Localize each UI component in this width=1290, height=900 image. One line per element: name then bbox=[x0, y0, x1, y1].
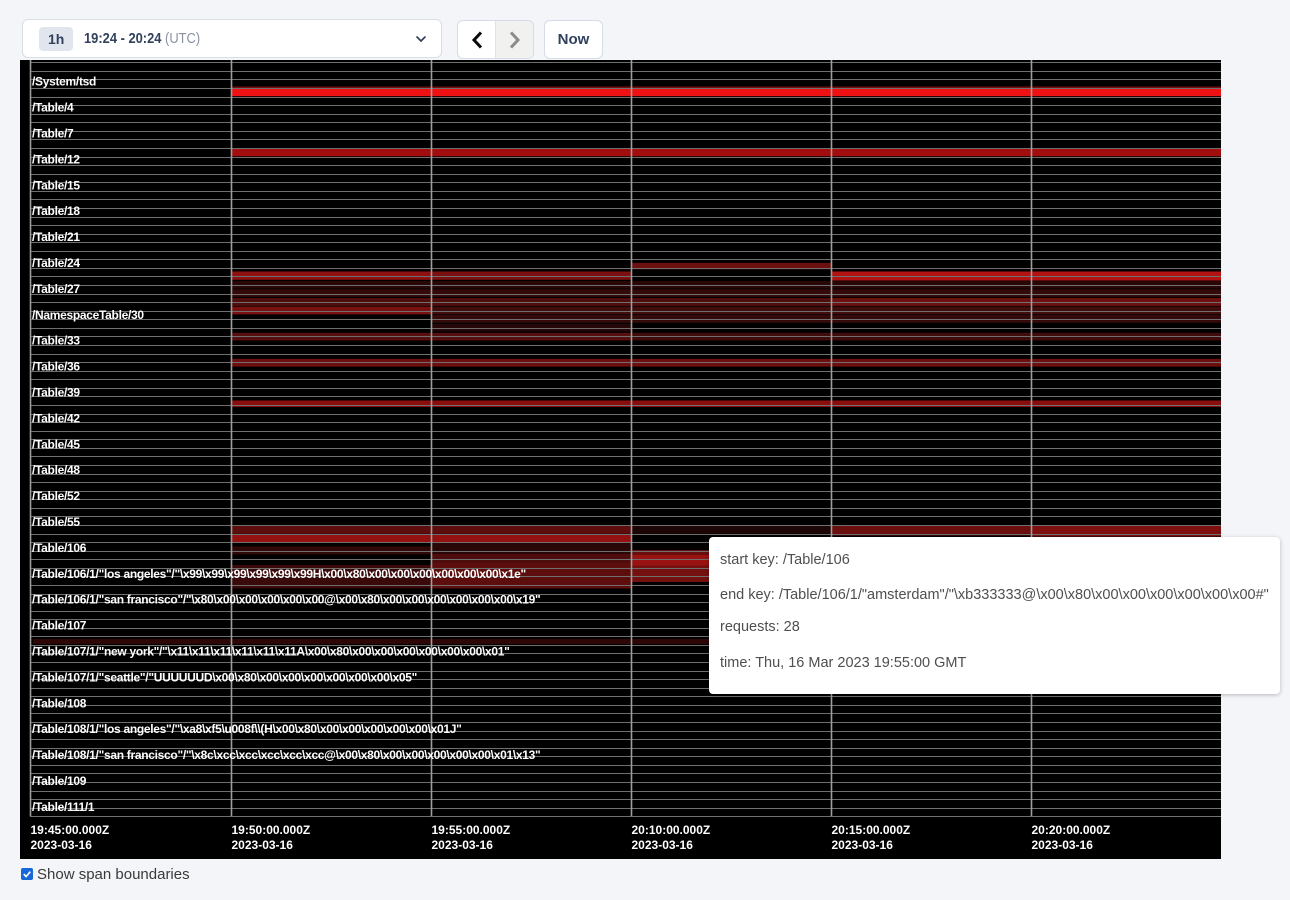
svg-text:/Table/18: /Table/18 bbox=[32, 204, 80, 218]
svg-text:/Table/21: /Table/21 bbox=[32, 230, 80, 244]
svg-text:20:20:00.000Z: 20:20:00.000Z bbox=[1032, 823, 1111, 837]
svg-text:19:55:00.000Z: 19:55:00.000Z bbox=[432, 823, 511, 837]
svg-text:/Table/52: /Table/52 bbox=[32, 489, 80, 503]
svg-text:/Table/108/1/"san francisco"/": /Table/108/1/"san francisco"/"\x8c\xcc\x… bbox=[32, 748, 540, 762]
svg-text:/Table/107/1/"new york"/"\x11\: /Table/107/1/"new york"/"\x11\x11\x11\x1… bbox=[32, 644, 510, 658]
svg-text:/Table/36: /Table/36 bbox=[32, 360, 80, 374]
svg-text:20:10:00.000Z: 20:10:00.000Z bbox=[632, 823, 711, 837]
svg-text:2023-03-16: 2023-03-16 bbox=[232, 838, 294, 852]
svg-text:/Table/106: /Table/106 bbox=[32, 541, 87, 555]
svg-text:/Table/27: /Table/27 bbox=[32, 282, 80, 296]
svg-text:/Table/45: /Table/45 bbox=[32, 437, 80, 451]
svg-text:/Table/15: /Table/15 bbox=[32, 178, 80, 192]
svg-text:/Table/39: /Table/39 bbox=[32, 385, 80, 399]
svg-text:/Table/106/1/"san francisco"/": /Table/106/1/"san francisco"/"\x80\x00\x… bbox=[32, 593, 540, 607]
svg-text:/Table/12: /Table/12 bbox=[32, 152, 80, 166]
svg-text:/Table/109: /Table/109 bbox=[32, 774, 87, 788]
svg-text:/Table/111/1: /Table/111/1 bbox=[32, 800, 95, 814]
svg-text:19:50:00.000Z: 19:50:00.000Z bbox=[232, 823, 311, 837]
svg-text:/Table/107/1/"seattle"/"UUUUUU: /Table/107/1/"seattle"/"UUUUUUD\x00\x80\… bbox=[32, 670, 417, 684]
svg-text:2023-03-16: 2023-03-16 bbox=[432, 838, 494, 852]
svg-text:/Table/107: /Table/107 bbox=[32, 619, 87, 633]
svg-text:/Table/106/1/"los angeles"/"\x: /Table/106/1/"los angeles"/"\x99\x99\x99… bbox=[32, 567, 526, 581]
svg-text:/NamespaceTable/30: /NamespaceTable/30 bbox=[32, 308, 144, 322]
svg-text:/Table/33: /Table/33 bbox=[32, 334, 80, 348]
svg-text:/Table/24: /Table/24 bbox=[32, 256, 80, 270]
svg-text:2023-03-16: 2023-03-16 bbox=[632, 838, 694, 852]
svg-text:/Table/4: /Table/4 bbox=[32, 101, 74, 115]
svg-text:19:45:00.000Z: 19:45:00.000Z bbox=[31, 823, 110, 837]
svg-text:/Table/108/1/"los angeles"/"\x: /Table/108/1/"los angeles"/"\xa8\xf5\u00… bbox=[32, 722, 462, 736]
svg-text:2023-03-16: 2023-03-16 bbox=[31, 838, 93, 852]
svg-text:2023-03-16: 2023-03-16 bbox=[832, 838, 894, 852]
svg-text:20:15:00.000Z: 20:15:00.000Z bbox=[832, 823, 911, 837]
svg-text:/Table/7: /Table/7 bbox=[32, 126, 74, 140]
svg-text:/System/tsd: /System/tsd bbox=[32, 75, 96, 89]
svg-text:2023-03-16: 2023-03-16 bbox=[1032, 838, 1094, 852]
svg-text:/Table/42: /Table/42 bbox=[32, 411, 80, 425]
svg-text:/Table/55: /Table/55 bbox=[32, 515, 80, 529]
svg-text:/Table/48: /Table/48 bbox=[32, 463, 80, 477]
svg-text:/Table/108: /Table/108 bbox=[32, 696, 87, 710]
